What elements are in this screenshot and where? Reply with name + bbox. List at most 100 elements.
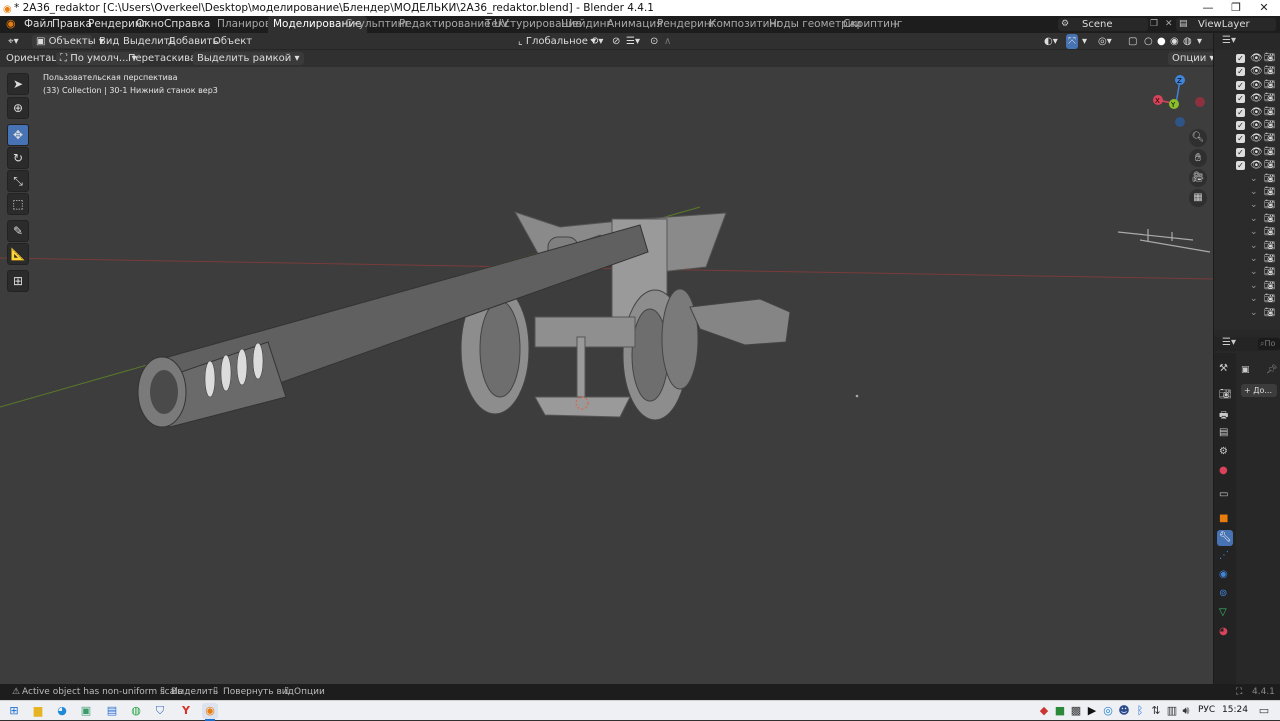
eye-icon[interactable]: 👁︎ [1250, 146, 1263, 159]
snap-settings-icon[interactable]: ☰▾ [626, 33, 640, 50]
eye-closed-icon[interactable]: ⌄ [1250, 213, 1258, 226]
photos-app-icon[interactable]: ▣ [78, 703, 94, 719]
mode-selector[interactable]: ▣ Объекты ▾ [32, 35, 104, 48]
eye-closed-icon[interactable]: ⌄ [1250, 226, 1258, 239]
outliner-row[interactable]: ✓ 👁︎ 📷︎ [1214, 106, 1280, 119]
checkbox-icon[interactable]: ✓ [1236, 94, 1245, 104]
select-box-tool[interactable]: ➤ [7, 73, 29, 95]
measure-tool[interactable]: 📐 [7, 243, 29, 265]
checkbox-icon[interactable]: ✓ [1236, 121, 1245, 130]
transform-tool[interactable]: ⬚ [7, 193, 29, 215]
camera-icon[interactable]: 📷︎ [1264, 240, 1275, 253]
xray-icon[interactable]: ▢ [1128, 33, 1137, 50]
tool-tab-icon[interactable]: ⚒ [1219, 363, 1228, 374]
camera-icon[interactable]: 📷︎ [1264, 199, 1275, 212]
scale-tool[interactable]: ⤡ [7, 170, 29, 192]
camera-icon[interactable]: 📷︎ [1264, 253, 1275, 266]
camera-icon[interactable]: 📷︎ [1264, 106, 1275, 119]
3d-viewport[interactable]: Пользовательская перспектива (33) Collec… [0, 67, 1213, 684]
outliner-row[interactable]: ✓ 👁︎ 📷︎ [1214, 146, 1280, 159]
outliner-row[interactable]: ✓ 👁︎ 📷︎ [1214, 159, 1280, 172]
view-layer-tab-icon[interactable]: ▤ [1219, 427, 1228, 438]
collection-tab-icon[interactable]: ▭ [1219, 489, 1228, 500]
edge-browser-icon[interactable]: ◕ [54, 703, 70, 719]
minimize-button[interactable]: — [1194, 0, 1222, 16]
file-explorer-icon[interactable]: ▆ [30, 703, 46, 719]
camera-icon[interactable]: 📷︎ [1264, 266, 1275, 279]
render-tab-icon[interactable]: 📷︎ [1219, 389, 1232, 400]
outliner-row[interactable]: ✓ 👁︎ 📷︎ [1214, 79, 1280, 92]
visibility-icon[interactable]: ◐▾ [1044, 33, 1058, 50]
outliner-row[interactable]: ✓ 👁︎ 📷︎ [1214, 119, 1280, 132]
pivot-point-icon[interactable]: ⟲▾ [590, 33, 603, 50]
eye-closed-icon[interactable]: ⌄ [1250, 186, 1258, 199]
tray-app-icon[interactable]: ▩ [1068, 703, 1084, 719]
eye-icon[interactable]: 👁︎ [1250, 79, 1263, 92]
eye-icon[interactable]: 👁︎ [1250, 65, 1263, 78]
outliner-editor-icon[interactable]: ☰▾ [1222, 35, 1236, 46]
camera-icon[interactable]: 📷︎ [1264, 92, 1275, 105]
tray-arrows-icon[interactable]: ⇅ [1148, 703, 1164, 719]
output-tab-icon[interactable]: 🖶 [1219, 408, 1228, 425]
options-dropdown[interactable]: Опции ▾ [1168, 52, 1219, 65]
menu-file[interactable]: Файл [24, 16, 53, 33]
pin-icon[interactable]: 📌︎ [1266, 365, 1277, 375]
proportional-editing-icon[interactable]: ⊙ [650, 33, 658, 50]
checkbox-icon[interactable]: ✓ [1236, 147, 1245, 157]
tray-discord-icon[interactable]: ☻ [1116, 703, 1132, 719]
outliner-row[interactable]: ✓ 👁︎ 📷︎ [1214, 92, 1280, 105]
checkbox-icon[interactable]: ✓ [1236, 54, 1245, 63]
outliner-row[interactable]: ⌄ 📷︎ [1214, 307, 1280, 320]
outliner-row[interactable]: ⌄ 📷︎ [1214, 173, 1280, 186]
eye-closed-icon[interactable]: ⌄ [1250, 173, 1258, 186]
camera-icon[interactable]: 📷︎ [1264, 226, 1275, 239]
modifier-tab-icon[interactable]: 🔧︎ [1217, 530, 1233, 546]
maximize-button[interactable]: ❐ [1222, 0, 1250, 16]
material-tab-icon[interactable]: ◕ [1219, 626, 1228, 637]
outliner-row[interactable]: ✓ 👁︎ 📷︎ [1214, 52, 1280, 65]
outliner-row[interactable]: ⌄ 📷︎ [1214, 280, 1280, 293]
gizmo-menu-icon[interactable]: ▾ [1082, 33, 1087, 50]
volume-icon[interactable]: 🔊︎ [1178, 703, 1194, 719]
camera-icon[interactable]: 📷︎ [1264, 307, 1275, 320]
material-shading-icon[interactable]: ◉ [1170, 33, 1179, 50]
camera-icon[interactable]: 📷︎ [1264, 146, 1275, 159]
camera-icon[interactable]: 📷︎ [1264, 173, 1275, 186]
menu-add[interactable]: Добавить [168, 33, 218, 50]
pan-hand-icon[interactable]: ✋︎ [1189, 149, 1207, 167]
camera-icon[interactable]: 📷︎ [1264, 132, 1275, 145]
camera-icon[interactable]: 📷︎ [1264, 213, 1275, 226]
outliner-row[interactable]: ✓ 👁︎ 📷︎ [1214, 132, 1280, 145]
editor-type-icon[interactable]: ⌖▾ [8, 33, 19, 50]
eye-icon[interactable]: 👁︎ [1250, 119, 1263, 132]
checkbox-icon[interactable]: ✓ [1236, 134, 1245, 144]
transform-orientation[interactable]: ⌞ Глобальное ▾ [518, 33, 596, 50]
notepad-icon[interactable]: ▤ [104, 703, 120, 719]
outliner-row[interactable]: ⌄ 📷︎ [1214, 199, 1280, 212]
outliner-row[interactable]: ⌄ 📷︎ [1214, 253, 1280, 266]
menu-edit[interactable]: Правка [52, 16, 92, 33]
security-app-icon[interactable]: ⛉ [152, 703, 168, 719]
menu-object[interactable]: Объект [213, 33, 252, 50]
physics-tab-icon[interactable]: ◉ [1219, 569, 1228, 580]
camera-icon[interactable]: 📷︎ [1264, 119, 1275, 132]
snap-icon[interactable]: ⊘ [612, 33, 620, 50]
properties-search[interactable]: ⌕По [1258, 338, 1280, 350]
eye-closed-icon[interactable]: ⌄ [1250, 253, 1258, 266]
drag-dropdown[interactable]: Выделить рамкой ▾ [193, 52, 304, 65]
eye-closed-icon[interactable]: ⌄ [1250, 240, 1258, 253]
add-cube-tool[interactable]: ⊞ [7, 270, 29, 292]
add-workspace-button[interactable]: + [890, 16, 900, 33]
keyboard-language[interactable]: РУС [1198, 705, 1215, 715]
eye-closed-icon[interactable]: ⌄ [1250, 293, 1258, 306]
tray-steam-icon[interactable]: ◎ [1100, 703, 1116, 719]
gizmo-toggle-icon[interactable]: ⤧ [1066, 34, 1078, 49]
eye-icon[interactable]: 👁︎ [1250, 52, 1263, 65]
eye-icon[interactable]: 👁︎ [1250, 159, 1263, 172]
outliner-row[interactable]: ⌄ 📷︎ [1214, 240, 1280, 253]
eye-closed-icon[interactable]: ⌄ [1250, 307, 1258, 320]
eye-closed-icon[interactable]: ⌄ [1250, 266, 1258, 279]
checkbox-icon[interactable]: ✓ [1236, 107, 1245, 117]
outliner-row[interactable]: ⌄ 📷︎ [1214, 293, 1280, 306]
move-tool[interactable]: ✥ [7, 124, 29, 146]
